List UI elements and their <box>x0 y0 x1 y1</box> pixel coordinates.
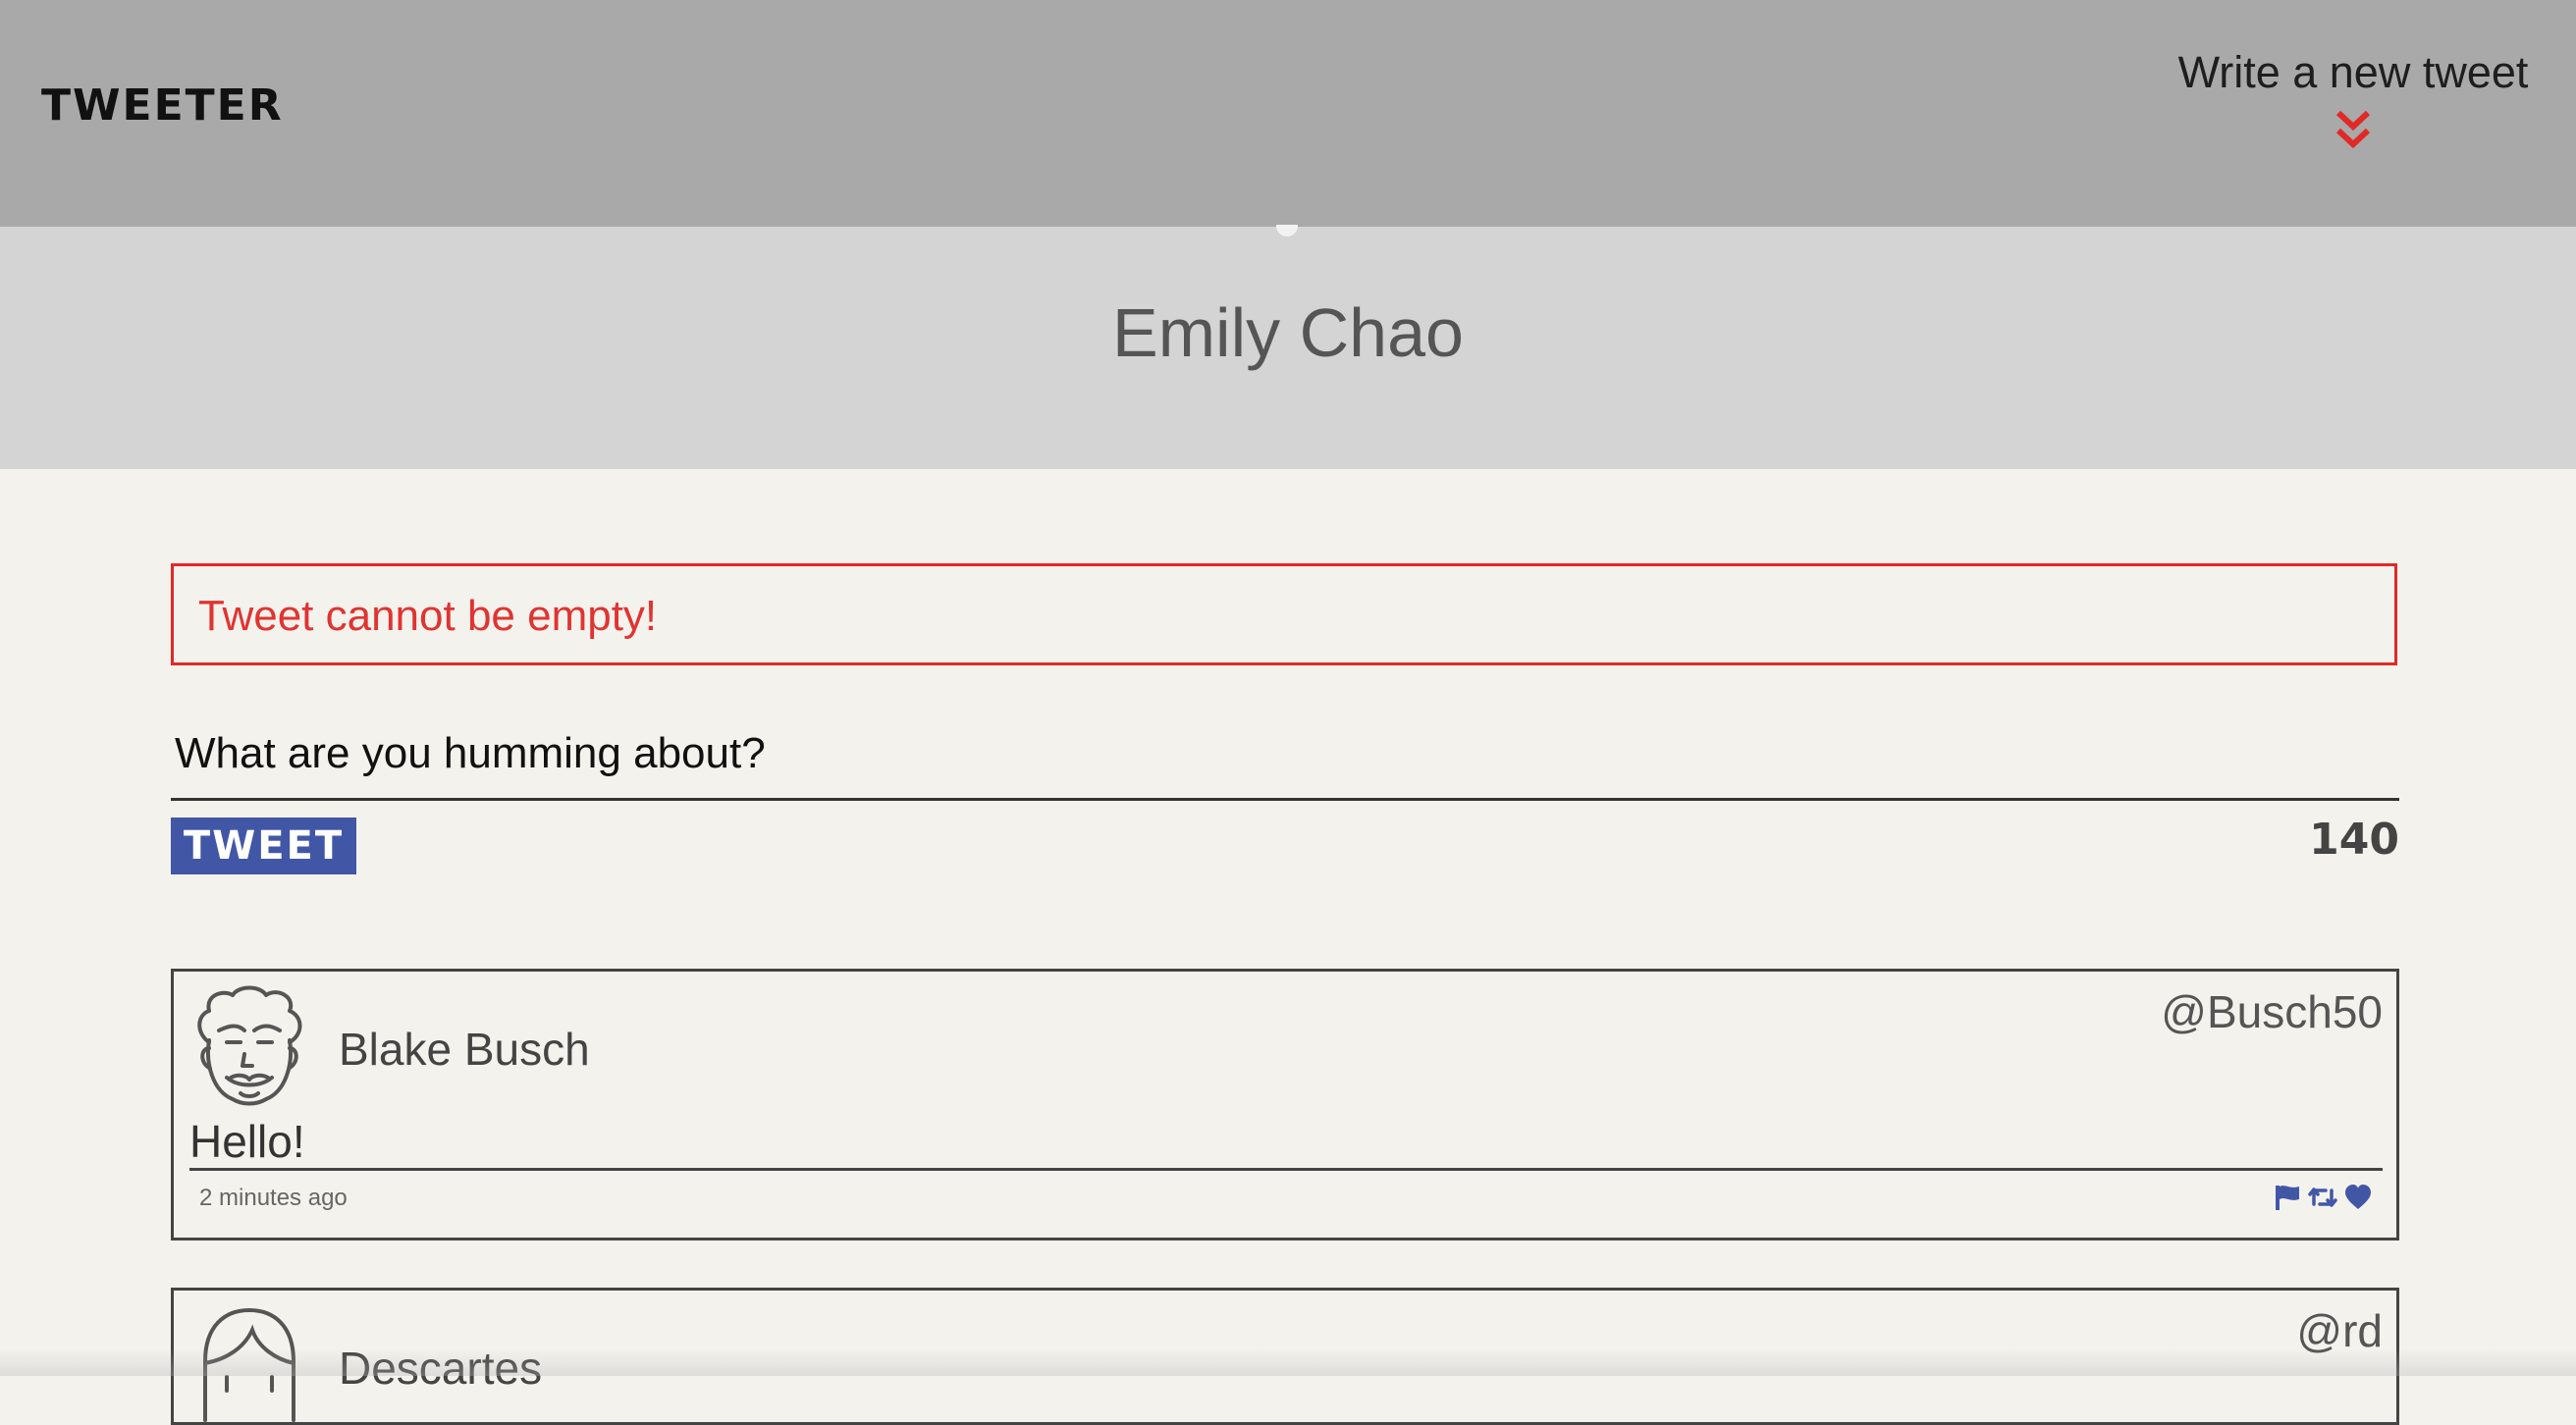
error-message: Tweet cannot be empty! <box>198 592 658 640</box>
profile-name: Emily Chao <box>1112 294 1464 371</box>
heart-icon[interactable] <box>2343 1183 2373 1212</box>
tweet-actions <box>2273 1183 2373 1212</box>
page-bottom-shadow <box>0 1349 2576 1376</box>
character-counter: 140 <box>2309 815 2399 865</box>
tweet-input[interactable] <box>171 709 2399 801</box>
tweet-submit-button[interactable]: TWEET <box>171 818 356 874</box>
chevron-double-down-icon <box>2335 110 2371 149</box>
brand-logo[interactable]: TWEETER <box>41 80 284 131</box>
tweet-footer: 2 minutes ago <box>189 1168 2383 1230</box>
tweet-author-name: Blake Busch <box>339 1024 590 1075</box>
tweet-content: Hello! <box>189 1116 305 1167</box>
profile-header: Emily Chao <box>0 225 2576 469</box>
write-new-tweet-label: Write a new tweet <box>2177 47 2529 97</box>
error-message-box: Tweet cannot be empty! <box>171 563 2397 665</box>
tweet-card: Blake Busch @Busch50 Hello! 2 minutes ag… <box>171 969 2399 1240</box>
retweet-icon[interactable] <box>2308 1183 2337 1212</box>
write-new-tweet-button[interactable]: Write a new tweet <box>2176 47 2530 165</box>
header-pointer <box>1276 225 1298 237</box>
tweet-author-handle: @Busch50 <box>2161 986 2383 1037</box>
tweet-timestamp: 2 minutes ago <box>199 1185 348 1211</box>
flag-icon[interactable] <box>2273 1183 2302 1212</box>
top-nav: TWEETER Write a new tweet <box>0 0 2576 227</box>
curly-hair-avatar-icon <box>197 985 302 1106</box>
